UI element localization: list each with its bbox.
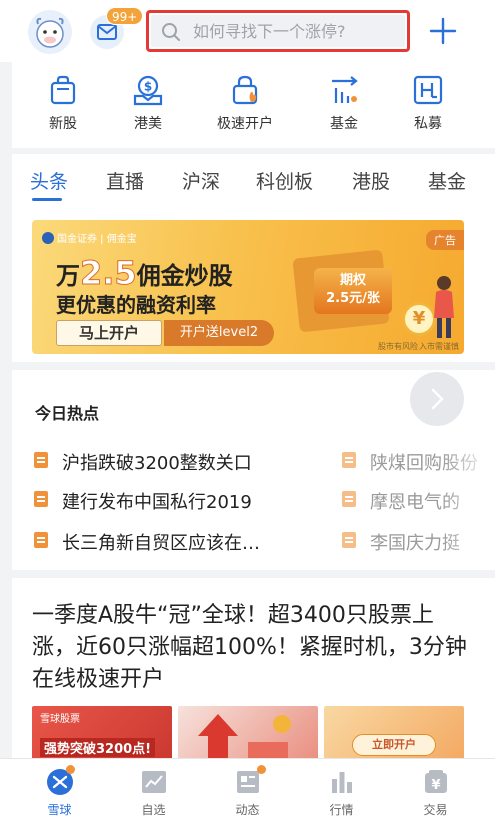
thumb-brand: 雪球股票 (40, 714, 80, 725)
tab-live[interactable]: 直播 (106, 167, 144, 194)
tabbar-feed[interactable]: 动态 (198, 759, 297, 818)
banner-brand-text: 国金证券 | 佣金宝 (57, 234, 137, 245)
person-illustration-icon (434, 276, 454, 338)
tabbar-label: 交易 (423, 803, 448, 817)
article-card[interactable]: 一季度A股牛“冠”全球！超3400只股票上涨，近60只涨幅超100%！紧握时机，… (12, 578, 495, 758)
dollar-icon: $ (133, 75, 163, 106)
options-price-tag: 期权 2.5元/张 (314, 268, 392, 314)
ad-banner[interactable]: 国金证券 | 佣金宝 广告 万2.5佣金炒股 更优惠的融资利率 马上开户 开户送… (32, 220, 464, 354)
news-icon (34, 491, 48, 507)
news-icon (342, 491, 356, 507)
banner-title: 万2.5佣金炒股 (56, 254, 233, 293)
notification-dot (257, 765, 266, 774)
tab-star-market[interactable]: 科创板 (256, 167, 313, 194)
news-icon (342, 532, 356, 548)
banner-section: 国金证券 | 佣金宝 广告 万2.5佣金炒股 更优惠的融资利率 马上开户 开户送… (12, 206, 495, 362)
options-tag-line2: 2.5元/张 (326, 291, 380, 306)
level2-promo-tag: 开户送level2 (164, 320, 274, 346)
trade-icon: ¥ (424, 770, 447, 793)
mail-badge: 99+ (106, 7, 144, 25)
quick-entry-new-stock[interactable]: 新股 (15, 62, 111, 133)
hot-topics-section: 今日热点 沪指跌破3200整数关口 建行发布中国私行2019 长三角新自贸区应该… (12, 370, 495, 570)
tabbar-label: 自选 (141, 803, 166, 817)
quick-entry-label: 新股 (49, 116, 77, 132)
tabbar-label: 行情 (329, 803, 354, 817)
open-account-button[interactable]: 马上开户 (56, 320, 162, 346)
quick-entry-label: 港美 (134, 116, 162, 132)
fast-account-icon (232, 75, 258, 105)
notification-dot (66, 765, 75, 774)
hot-topic-text: 长三角新自贸区应该在… (62, 533, 260, 554)
hot-topic-text: 建行发布中国私行2019 (62, 492, 252, 513)
active-tab-indicator (32, 198, 62, 201)
quick-entry-private-fund[interactable]: 私募 (380, 62, 476, 133)
quick-entry-fund[interactable]: 基金 (296, 62, 392, 133)
tab-hk-stocks[interactable]: 港股 (352, 167, 390, 194)
tabbar-label: 雪球 (47, 803, 72, 817)
quick-entries: 新股 $ 港美 极速开户 基金 私募 (0, 62, 495, 148)
ad-label: 广告 (426, 230, 464, 250)
top-header: 99+ 如何寻找下一个涨停? (0, 0, 495, 62)
tab-funds[interactable]: 基金 (428, 167, 466, 194)
avatar[interactable] (28, 10, 72, 54)
article-thumbnail: 雪球股票 强势突破3200点! (32, 706, 172, 758)
banner-brand: 国金证券 | 佣金宝 (42, 230, 137, 245)
article-thumbnail: 立即开户 (324, 706, 464, 758)
market-icon (331, 772, 352, 793)
search-placeholder: 如何寻找下一个涨停? (193, 22, 346, 41)
banner-title-number: 2.5 (80, 254, 138, 293)
brokerage-logo-icon (42, 232, 54, 244)
search-bar[interactable]: 如何寻找下一个涨停? (146, 10, 410, 52)
private-fund-icon (413, 75, 443, 105)
rising-arrow-icon (198, 714, 291, 758)
news-icon (342, 452, 356, 468)
thumb-headline: 强势突破3200点! (40, 738, 156, 757)
quick-entry-label: 私募 (414, 116, 442, 132)
chevron-right-icon (431, 388, 444, 410)
plus-icon[interactable] (428, 16, 458, 46)
quick-entry-label: 基金 (330, 116, 358, 132)
news-icon (34, 532, 48, 548)
article-title: 一季度A股牛“冠”全球！超3400只股票上涨，近60只涨幅超100%！紧握时机，… (32, 603, 467, 692)
tabbar-trade[interactable]: ¥ 交易 (386, 759, 485, 818)
bottom-tab-bar: 雪球 自选 动态 行情 ¥ 交易 (0, 758, 495, 820)
tabbar-market[interactable]: 行情 (292, 759, 391, 818)
options-tag-line1: 期权 (339, 273, 366, 288)
channel-tabs: 头条 直播 沪深 科创板 港股 基金 (12, 154, 495, 206)
watchlist-icon (141, 771, 166, 793)
article-thumbnail (178, 706, 318, 758)
thumb-open-account-button: 立即开户 (352, 734, 436, 756)
banner-subtitle: 更优惠的融资利率 (56, 293, 216, 317)
news-icon (34, 452, 48, 468)
left-edge (0, 62, 12, 758)
fade-overlay (442, 440, 495, 570)
tab-shanghai-shenzhen[interactable]: 沪深 (182, 167, 220, 194)
svg-text:$: $ (144, 80, 152, 94)
quick-entry-label: 极速开户 (217, 116, 273, 132)
bag-icon (50, 75, 76, 105)
quick-entry-hk-us[interactable]: $ 港美 (100, 62, 196, 133)
banner-title-suffix: 佣金炒股 (136, 262, 233, 290)
cow-avatar-icon (36, 17, 64, 48)
risk-warning-1: 股市有风险 (378, 342, 418, 351)
tabbar-watchlist[interactable]: 自选 (104, 759, 203, 818)
risk-warning-2: 入市需谨慎 (419, 342, 459, 351)
quick-entry-fast-account[interactable]: 极速开户 (197, 62, 293, 133)
fund-icon (332, 76, 358, 103)
hot-topics-title: 今日热点 (35, 404, 100, 423)
svg-text:¥: ¥ (431, 778, 440, 793)
search-icon (162, 23, 180, 41)
tab-headlines[interactable]: 头条 (30, 167, 68, 194)
search-input[interactable]: 如何寻找下一个涨停? (151, 15, 405, 47)
banner-title-prefix: 万 (56, 262, 80, 290)
tabbar-label: 动态 (235, 803, 260, 817)
hot-topics-next-button[interactable] (410, 372, 464, 426)
tabbar-snowball[interactable]: 雪球 (10, 759, 109, 818)
hot-topic-text: 沪指跌破3200整数关口 (62, 453, 252, 474)
